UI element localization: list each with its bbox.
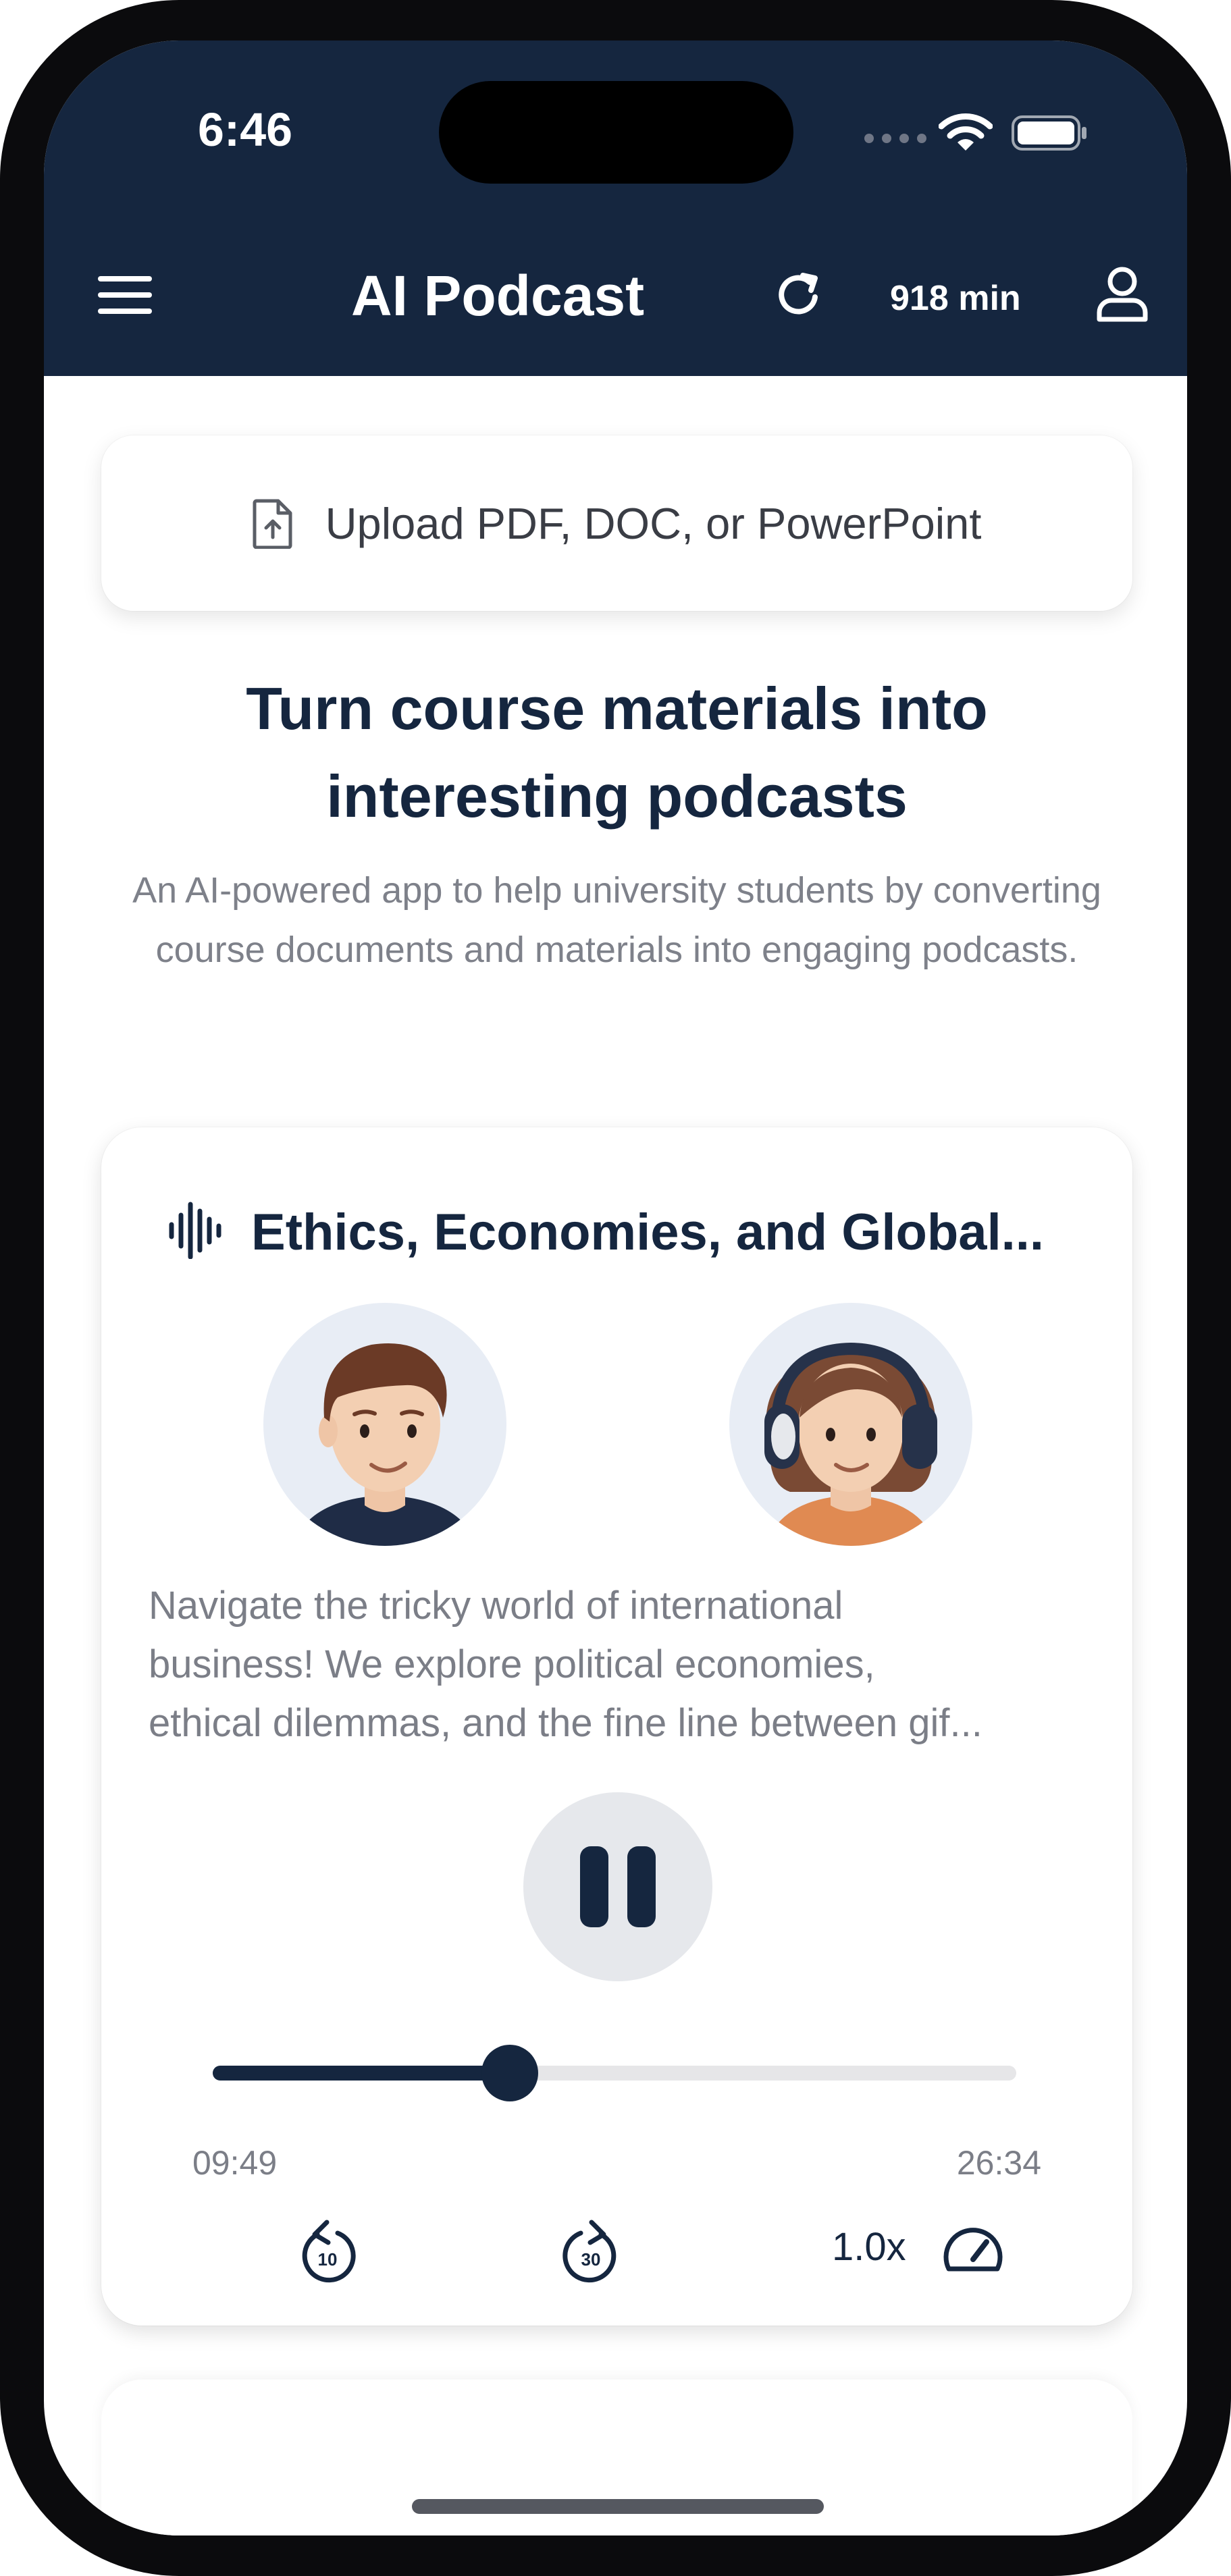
profile-icon[interactable] — [1094, 265, 1151, 323]
total-time: 26:34 — [956, 2144, 1041, 2182]
upload-label: Upload PDF, DOC, or PowerPoint — [325, 498, 982, 548]
top-bar: 6:46 AI Podcast 918 min — [44, 41, 1187, 376]
episode-title: Ethics, Economies, and Global... — [251, 1204, 1045, 1261]
host-avatar — [263, 1303, 506, 1546]
status-time: 6:46 — [198, 103, 293, 156]
hero-subtitle: An AI-powered app to help university stu… — [132, 870, 1101, 970]
upload-file-icon — [253, 499, 292, 549]
speedometer-icon[interactable] — [942, 2224, 1004, 2275]
home-indicator[interactable] — [412, 2499, 824, 2514]
progress-slider[interactable] — [213, 2045, 1016, 2101]
hero-title-line2: interesting podcasts — [326, 763, 908, 830]
description-line: business! We explore political economies… — [149, 1642, 875, 1686]
pause-icon — [580, 1846, 608, 1927]
waveform-icon — [169, 1202, 221, 1259]
hero-title: Turn course materials into interesting p… — [101, 665, 1132, 840]
phone-frame: 6:46 AI Podcast 918 min Upload PDF, DOC,… — [0, 0, 1231, 2576]
skip-back-10-icon[interactable]: 10 — [297, 2214, 358, 2288]
progress-fill — [213, 2066, 510, 2081]
cellular-signal-icon — [864, 134, 926, 143]
dynamic-island — [439, 81, 793, 184]
minutes-remaining: 918 min — [890, 279, 1021, 318]
cohost-avatar — [729, 1303, 972, 1546]
skip-forward-30-icon[interactable]: 30 — [560, 2214, 621, 2288]
menu-icon[interactable] — [98, 275, 152, 315]
playback-speed[interactable]: 1.0x — [832, 2224, 906, 2270]
episode-description: Navigate the tricky world of internation… — [149, 1576, 1087, 1752]
description-line: Navigate the tricky world of internation… — [149, 1584, 843, 1628]
upload-button[interactable]: Upload PDF, DOC, or PowerPoint — [101, 435, 1132, 611]
battery-icon — [1012, 115, 1086, 151]
app-title: AI Podcast — [351, 264, 645, 327]
description-line: ethical dilemmas, and the fine line betw… — [149, 1701, 983, 1745]
hero-title-line1: Turn course materials into — [246, 675, 988, 742]
refresh-icon[interactable] — [773, 270, 824, 321]
progress-thumb[interactable] — [481, 2045, 539, 2101]
current-time: 09:49 — [192, 2144, 278, 2182]
skip-back-label: 10 — [318, 2249, 338, 2270]
podcast-player-card: Ethics, Economies, and Global... Navigat… — [101, 1127, 1132, 2326]
pause-button[interactable] — [523, 1792, 712, 1981]
skip-forward-label: 30 — [581, 2249, 601, 2270]
wifi-icon — [939, 113, 993, 151]
app-screen: 6:46 AI Podcast 918 min Upload PDF, DOC,… — [44, 41, 1187, 2535]
